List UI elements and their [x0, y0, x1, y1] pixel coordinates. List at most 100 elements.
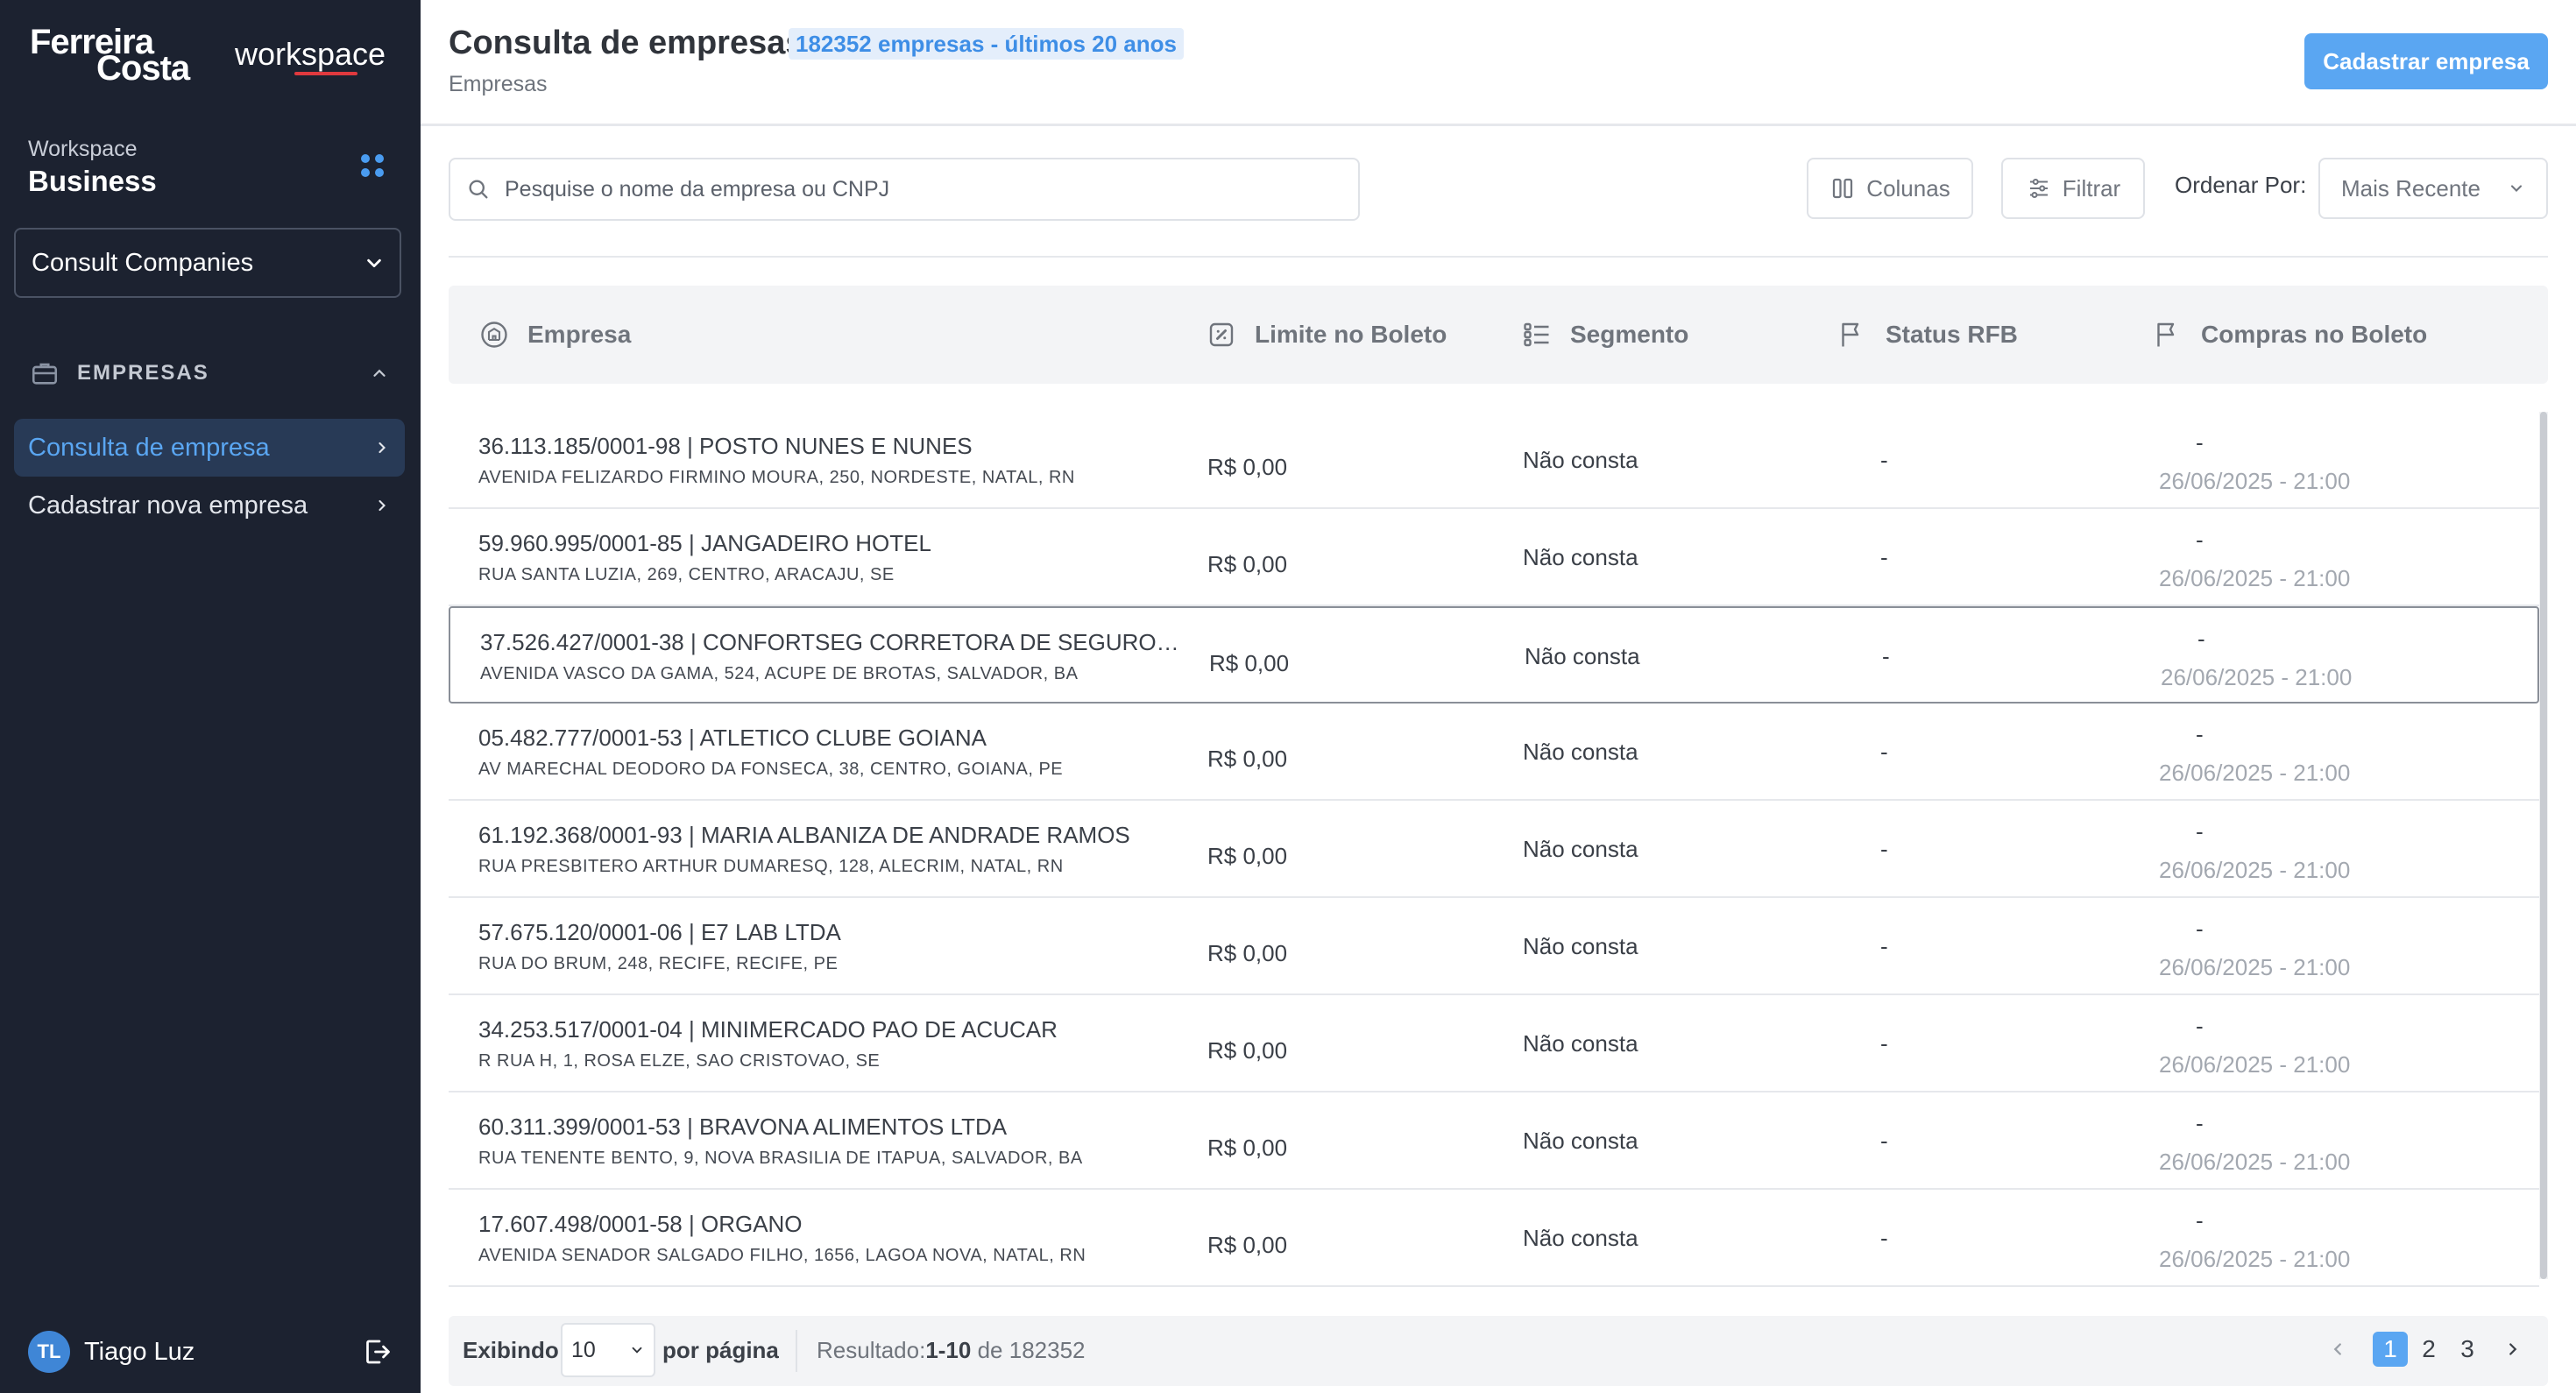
table-row[interactable]: 36.113.185/0001-98 | POSTO NUNES E NUNES…	[449, 412, 2539, 509]
segment: Não consta	[1525, 643, 1640, 669]
boleto-limit: R$ 0,00	[1207, 843, 1288, 869]
table-scrollbar[interactable]	[2539, 412, 2548, 1279]
purchase-date: 26/06/2025 - 21:00	[2159, 954, 2351, 980]
sort-select[interactable]: Mais Recente	[2318, 158, 2548, 219]
table-row[interactable]: 05.482.777/0001-53 | ATLETICO CLUBE GOIA…	[449, 704, 2539, 801]
workspace-selector-value: Consult Companies	[32, 248, 254, 277]
sidebar-item-cadastrar-empresa[interactable]: Cadastrar nova empresa	[14, 477, 405, 534]
table-row[interactable]: 59.960.995/0001-85 | JANGADEIRO HOTEL RU…	[449, 509, 2539, 606]
rfb-status: -	[1880, 1030, 1888, 1057]
result-summary: Resultado:1-10 de 182352	[817, 1337, 1086, 1364]
column-header-label: Empresa	[527, 321, 632, 348]
table-row[interactable]: 60.311.399/0001-53 | BRAVONA ALIMENTOS L…	[449, 1092, 2539, 1190]
purchase-date: 26/06/2025 - 21:00	[2159, 1051, 2351, 1078]
sort-label: Ordenar Por:	[2175, 172, 2307, 198]
chevron-right-icon	[379, 499, 386, 512]
page-1-button[interactable]: 1	[2373, 1332, 2408, 1367]
brand-logo[interactable]: Ferreira Costa workspace	[30, 25, 386, 86]
result-total: de 182352	[977, 1337, 1086, 1363]
workspace-label: Workspace	[28, 137, 138, 161]
rfb-status: -	[1880, 544, 1888, 570]
column-header-compras[interactable]: Compras no Boleto	[2152, 286, 2427, 384]
segment: Não consta	[1523, 1030, 1638, 1057]
cadastrar-empresa-button[interactable]: Cadastrar empresa	[2304, 33, 2548, 89]
rfb-status: -	[1880, 933, 1888, 959]
chevron-down-icon	[367, 258, 381, 268]
page-2-button[interactable]: 2	[2411, 1332, 2446, 1367]
showing-label: Exibindo	[463, 1337, 559, 1363]
column-header-status-rfb[interactable]: Status RFB	[1836, 286, 2018, 384]
boleto-purchases: -	[2197, 626, 2205, 652]
company-address: AVENIDA FELIZARDO FIRMINO MOURA, 250, NO…	[478, 468, 1075, 487]
list-icon	[1524, 322, 1549, 347]
company-name: 59.960.995/0001-85 | JANGADEIRO HOTEL	[478, 530, 931, 556]
logout-icon[interactable]	[361, 1336, 393, 1368]
segment: Não consta	[1523, 933, 1638, 959]
table-row-selected[interactable]: 37.526.427/0001-38 | CONFORTSEG CORRETOR…	[449, 606, 2539, 704]
filter-button[interactable]: Filtrar	[2001, 158, 2145, 219]
chevron-left-icon	[2333, 1343, 2341, 1355]
filter-button-label: Filtrar	[2062, 174, 2121, 202]
sidebar-item-label: Consulta de empresa	[28, 433, 270, 462]
table-body: 36.113.185/0001-98 | POSTO NUNES E NUNES…	[449, 412, 2539, 1314]
nav-section-empresas[interactable]: EMPRESAS	[30, 356, 389, 391]
table-row[interactable]: 17.607.498/0001-58 | ORGANO AVENIDA SENA…	[449, 1190, 2539, 1287]
column-header-limite[interactable]: Limite no Boleto	[1206, 286, 1447, 384]
user-profile[interactable]: TL Tiago Luz	[28, 1330, 393, 1374]
sort-value: Mais Recente	[2341, 174, 2480, 202]
boleto-purchases: -	[2196, 429, 2204, 456]
scrollbar-thumb[interactable]	[2540, 412, 2547, 1279]
rfb-status: -	[1882, 643, 1890, 669]
segment: Não consta	[1523, 544, 1638, 570]
search-input[interactable]: Pesquise o nome da empresa ou CNPJ	[505, 177, 889, 202]
company-name: 36.113.185/0001-98 | POSTO NUNES E NUNES	[478, 433, 973, 459]
boleto-limit: R$ 0,00	[1207, 1232, 1288, 1258]
chevron-right-icon	[379, 442, 386, 454]
column-header-segmento[interactable]: Segmento	[1521, 286, 1688, 384]
apps-grid-icon[interactable]	[361, 154, 384, 177]
rfb-status: -	[1880, 447, 1888, 473]
pagination-bar: Exibindo 10 por página Resultado:1-10 de…	[449, 1316, 2548, 1386]
segment: Não consta	[1523, 739, 1638, 765]
page-3-button[interactable]: 3	[2450, 1332, 2485, 1367]
user-name: Tiago Luz	[84, 1337, 195, 1366]
table-row[interactable]: 34.253.517/0001-04 | MINIMERCADO PAO DE …	[449, 995, 2539, 1092]
segment: Não consta	[1523, 1225, 1638, 1251]
company-name: 61.192.368/0001-93 | MARIA ALBANIZA DE A…	[478, 822, 1130, 848]
purchase-date: 26/06/2025 - 21:00	[2159, 565, 2351, 591]
purchase-date: 26/06/2025 - 21:00	[2161, 664, 2353, 690]
next-page-button[interactable]	[2495, 1332, 2530, 1367]
purchase-date: 26/06/2025 - 21:00	[2159, 1246, 2351, 1272]
column-header-label: Limite no Boleto	[1255, 321, 1447, 348]
page-size-select[interactable]: 10	[561, 1323, 655, 1377]
company-address: AVENIDA VASCO DA GAMA, 524, ACUPE DE BRO…	[480, 664, 1079, 683]
table-row[interactable]: 61.192.368/0001-93 | MARIA ALBANIZA DE A…	[449, 801, 2539, 898]
page-header: Consulta de empresas 182352 empresas - ú…	[421, 0, 2576, 126]
chevron-right-icon	[2509, 1343, 2517, 1355]
sidebar-item-label: Cadastrar nova empresa	[28, 491, 308, 520]
prev-page-button[interactable]	[2320, 1332, 2355, 1367]
briefcase-icon	[32, 363, 58, 385]
result-label: Resultado:	[817, 1337, 926, 1363]
segment: Não consta	[1523, 447, 1638, 473]
company-address: AVENIDA SENADOR SALGADO FILHO, 1656, LAG…	[478, 1246, 1086, 1265]
search-field[interactable]: Pesquise o nome da empresa ou CNPJ	[449, 158, 1360, 221]
company-address: RUA TENENTE BENTO, 9, NOVA BRASILIA DE I…	[478, 1149, 1083, 1168]
column-header-label: Compras no Boleto	[2201, 321, 2428, 348]
purchase-date: 26/06/2025 - 21:00	[2159, 857, 2351, 883]
boleto-limit: R$ 0,00	[1207, 551, 1288, 577]
company-name: 60.311.399/0001-53 | BRAVONA ALIMENTOS L…	[478, 1114, 1008, 1140]
column-header-empresa[interactable]: Empresa	[478, 286, 631, 384]
columns-button[interactable]: Colunas	[1807, 158, 1973, 219]
breadcrumb[interactable]: Empresas	[449, 72, 548, 97]
boleto-limit: R$ 0,00	[1207, 1135, 1288, 1161]
flag-icon	[2157, 322, 2175, 347]
sidebar-item-consulta-empresa[interactable]: Consulta de empresa	[14, 419, 405, 477]
result-range: 1-10	[925, 1337, 972, 1363]
toolbar-divider	[449, 256, 2548, 258]
company-address: RUA PRESBITERO ARTHUR DUMARESQ, 128, ALE…	[478, 857, 1064, 876]
table-row[interactable]: 57.675.120/0001-06 | E7 LAB LTDA RUA DO …	[449, 898, 2539, 995]
workspace-selector[interactable]: Consult Companies	[14, 228, 401, 298]
rfb-status: -	[1880, 1225, 1888, 1251]
company-address: RUA SANTA LUZIA, 269, CENTRO, ARACAJU, S…	[478, 565, 895, 584]
